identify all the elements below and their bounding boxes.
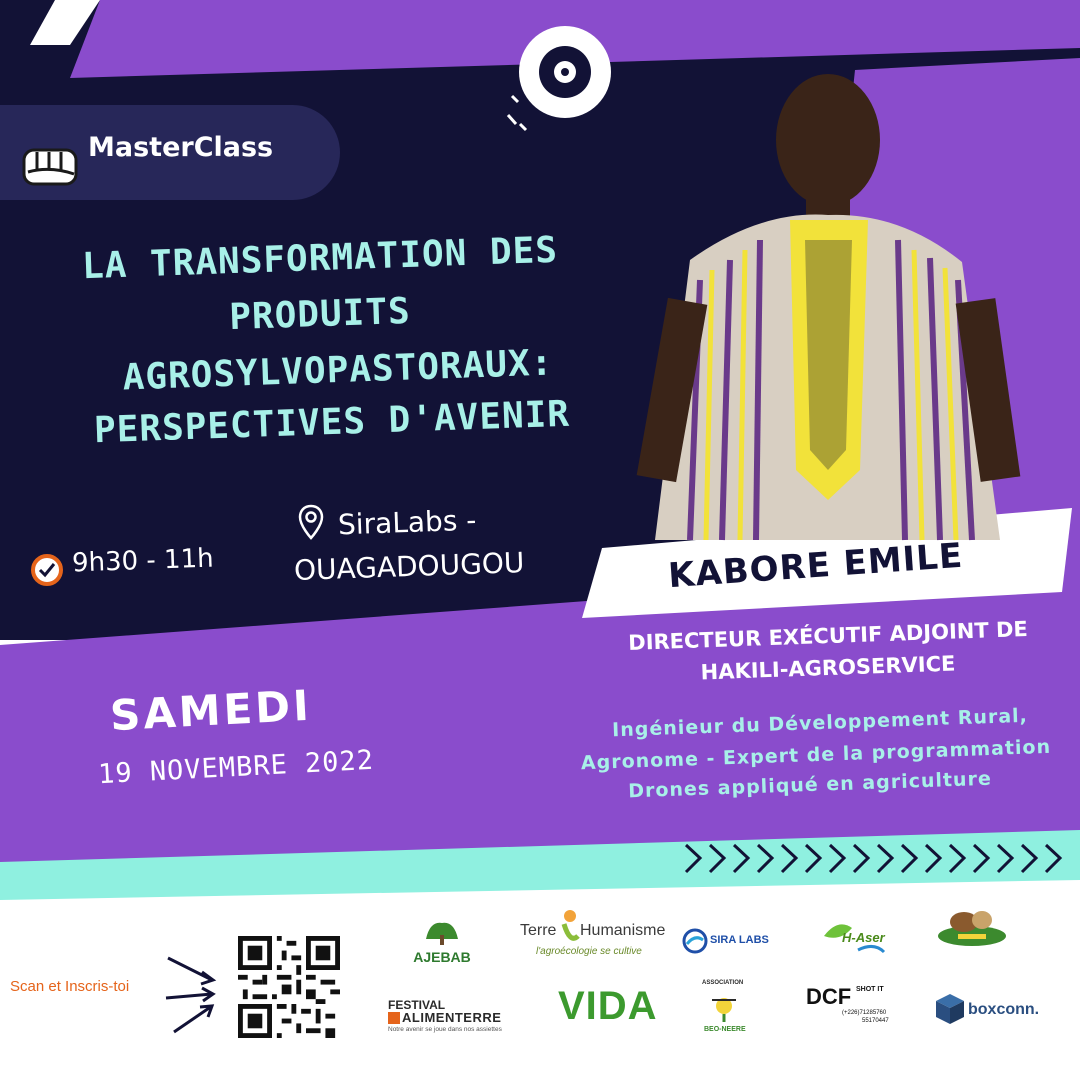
scan-cta: Scan et Inscris-toi	[10, 978, 130, 995]
beo-neere-label-1: ASSOCIATION	[702, 980, 744, 986]
ajebab-name: AJEBAB	[413, 949, 471, 965]
sira-labs-icon	[682, 928, 708, 954]
festival-name-2: ALIMENTERRE	[402, 1010, 502, 1025]
dcf-label: DCF	[806, 984, 852, 1009]
masterclass-label: MasterClass	[88, 132, 274, 163]
qr-code[interactable]	[238, 936, 340, 1038]
beo-neere-label-2: BEO-NEERE	[704, 1026, 746, 1033]
boxconn-logo: boxconn.	[934, 992, 1044, 1028]
location-pin-icon	[298, 504, 324, 540]
fist-icon	[22, 148, 78, 186]
festival-alimenterre-logo: FESTIVAL ALIMENTERRE Notre avenir se jou…	[388, 998, 508, 1036]
arrows-icon	[165, 956, 217, 1034]
sira-labs-name: SIRA LABS	[710, 934, 769, 946]
dcf-phone: (+226)71285760	[842, 1010, 887, 1016]
terre-humanisme-logo: Terre Humanisme l'agroécologie se cultiv…	[520, 908, 665, 964]
ajebab-tree-icon	[426, 922, 458, 945]
sira-labs-logo: SIRA LABS	[682, 924, 772, 960]
beo-neere-logo: ASSOCIATION BEO-NEERE	[700, 980, 750, 1038]
festival-square-icon	[388, 1012, 400, 1024]
clock-icon	[31, 554, 63, 586]
farm-association-logo	[938, 911, 1006, 946]
terre-humanisme-name-2: Humanisme	[580, 922, 666, 939]
terre-humanisme-tagline: l'agroécologie se cultive	[536, 946, 642, 957]
terre-humanisme-name-1: Terre	[520, 922, 557, 939]
dcf-phone-2: 55170447	[862, 1018, 889, 1024]
haser-logo: H-Aser	[818, 916, 888, 956]
beo-neere-sun-icon	[712, 998, 736, 1022]
location-line-1: SiraLabs -	[337, 503, 477, 542]
vida-logo: VIDA	[558, 984, 658, 1028]
boxconn-name: boxconn.	[968, 1001, 1040, 1018]
ajebab-logo: AJEBAB	[410, 915, 474, 967]
dcf-shot-it-logo: DCF SHOT IT (+226)71285760 55170447	[806, 982, 898, 1030]
shot-it-label: SHOT IT	[856, 986, 884, 993]
festival-tagline: Notre avenir se joue dans nos assiettes	[388, 1026, 502, 1033]
terre-humanisme-ampersand-icon	[561, 910, 580, 941]
event-time: 9h30 - 11h	[71, 543, 215, 579]
boxconn-cube-icon	[936, 994, 964, 1024]
haser-name: H-Aser	[842, 930, 885, 945]
